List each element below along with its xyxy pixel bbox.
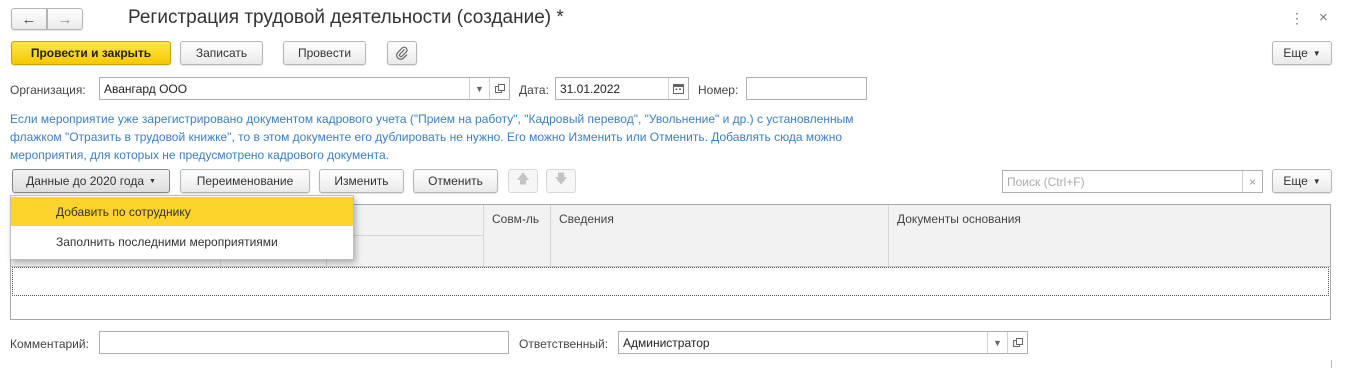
column-header-combined[interactable]: Совм-ль [484, 205, 551, 266]
change-button[interactable]: Изменить [319, 169, 404, 193]
chevron-down-icon: ▼ [1312, 48, 1321, 58]
column-header-combined-label: Совм-ль [492, 212, 540, 226]
page-title: Регистрация трудовой деятельности (созда… [128, 7, 564, 28]
table-row[interactable] [12, 267, 1329, 296]
arrow-right-icon: → [57, 10, 73, 28]
chevron-down-icon: ▼ [1312, 176, 1321, 186]
menu-item-add-by-employee[interactable]: Добавить по сотруднику [11, 197, 353, 226]
arrow-left-icon: ← [21, 10, 37, 28]
save-button[interactable]: Записать [180, 41, 263, 65]
arrow-up-icon: 🡅 [516, 171, 530, 186]
responsible-label: Ответственный: [519, 337, 609, 351]
more-menu-icon[interactable]: ⋮ [1290, 10, 1304, 27]
arrow-down-icon: 🡇 [554, 171, 568, 186]
search-placeholder: Поиск (Ctrl+F) [1007, 174, 1085, 189]
info-line-1: Если мероприятие уже зарегистрировано до… [10, 112, 854, 126]
search-input[interactable]: Поиск (Ctrl+F) × [1002, 170, 1263, 193]
responsible-value: Администратор [623, 335, 710, 350]
table-more-button[interactable]: Еще ▼ [1272, 169, 1332, 193]
paperclip-icon [396, 46, 408, 60]
more-label: Еще [1283, 46, 1308, 60]
calendar-icon[interactable] [668, 78, 688, 99]
cancel-button[interactable]: Отменить [413, 169, 498, 193]
clear-icon[interactable]: × [1242, 171, 1262, 192]
date-value: 31.01.2022 [560, 81, 621, 96]
number-field[interactable] [746, 77, 867, 100]
post-and-close-button[interactable]: Провести и закрыть [11, 41, 171, 65]
open-icon[interactable] [1007, 332, 1027, 353]
dropdown-icon[interactable]: ▼ [987, 332, 1007, 353]
attachment-button[interactable] [387, 41, 417, 65]
table-more-label: Еще [1283, 174, 1308, 188]
forward-button[interactable]: → [47, 8, 83, 30]
date-label: Дата: [519, 83, 549, 97]
dropdown-icon[interactable]: ▼ [469, 78, 489, 99]
data-before-2020-label: Данные до 2020 года [26, 174, 144, 188]
info-text: Если мероприятие уже зарегистрировано до… [10, 110, 853, 164]
rename-button[interactable]: Переименование [180, 169, 310, 193]
date-field[interactable]: 31.01.2022 [555, 77, 689, 100]
org-label: Организация: [10, 83, 86, 97]
dropdown-menu: Добавить по сотруднику Заполнить последн… [10, 195, 354, 260]
responsible-field[interactable]: Администратор ▼ [618, 331, 1028, 354]
org-field[interactable]: Авангард ООО ▼ [99, 77, 510, 100]
info-line-3: мероприятия, для которых не предусмотрен… [10, 148, 389, 162]
back-button[interactable]: ← [11, 8, 47, 30]
move-up-button[interactable]: 🡅 [508, 169, 538, 193]
move-down-button[interactable]: 🡇 [546, 169, 576, 193]
column-header-documents-label: Документы основания [897, 212, 1021, 226]
info-line-2: флажком "Отразить в трудовой книжке", то… [10, 130, 842, 144]
close-icon[interactable]: × [1319, 9, 1328, 26]
org-value: Авангард ООО [104, 81, 188, 96]
number-label: Номер: [698, 83, 739, 97]
open-icon[interactable] [489, 78, 509, 99]
scrollbar-edge [1331, 360, 1332, 368]
menu-item-fill-last-activities[interactable]: Заполнить последними мероприятиями [11, 227, 353, 256]
column-header-details-label: Сведения [559, 212, 614, 226]
post-button[interactable]: Провести [283, 41, 366, 65]
column-header-details[interactable]: Сведения [551, 205, 889, 266]
data-before-2020-button[interactable]: Данные до 2020 года ▼ [12, 169, 170, 193]
comment-label: Комментарий: [10, 337, 89, 351]
more-button[interactable]: Еще ▼ [1272, 41, 1332, 65]
column-header-documents[interactable]: Документы основания [889, 205, 1330, 266]
comment-field[interactable] [99, 331, 509, 354]
chevron-down-icon: ▼ [149, 177, 156, 185]
